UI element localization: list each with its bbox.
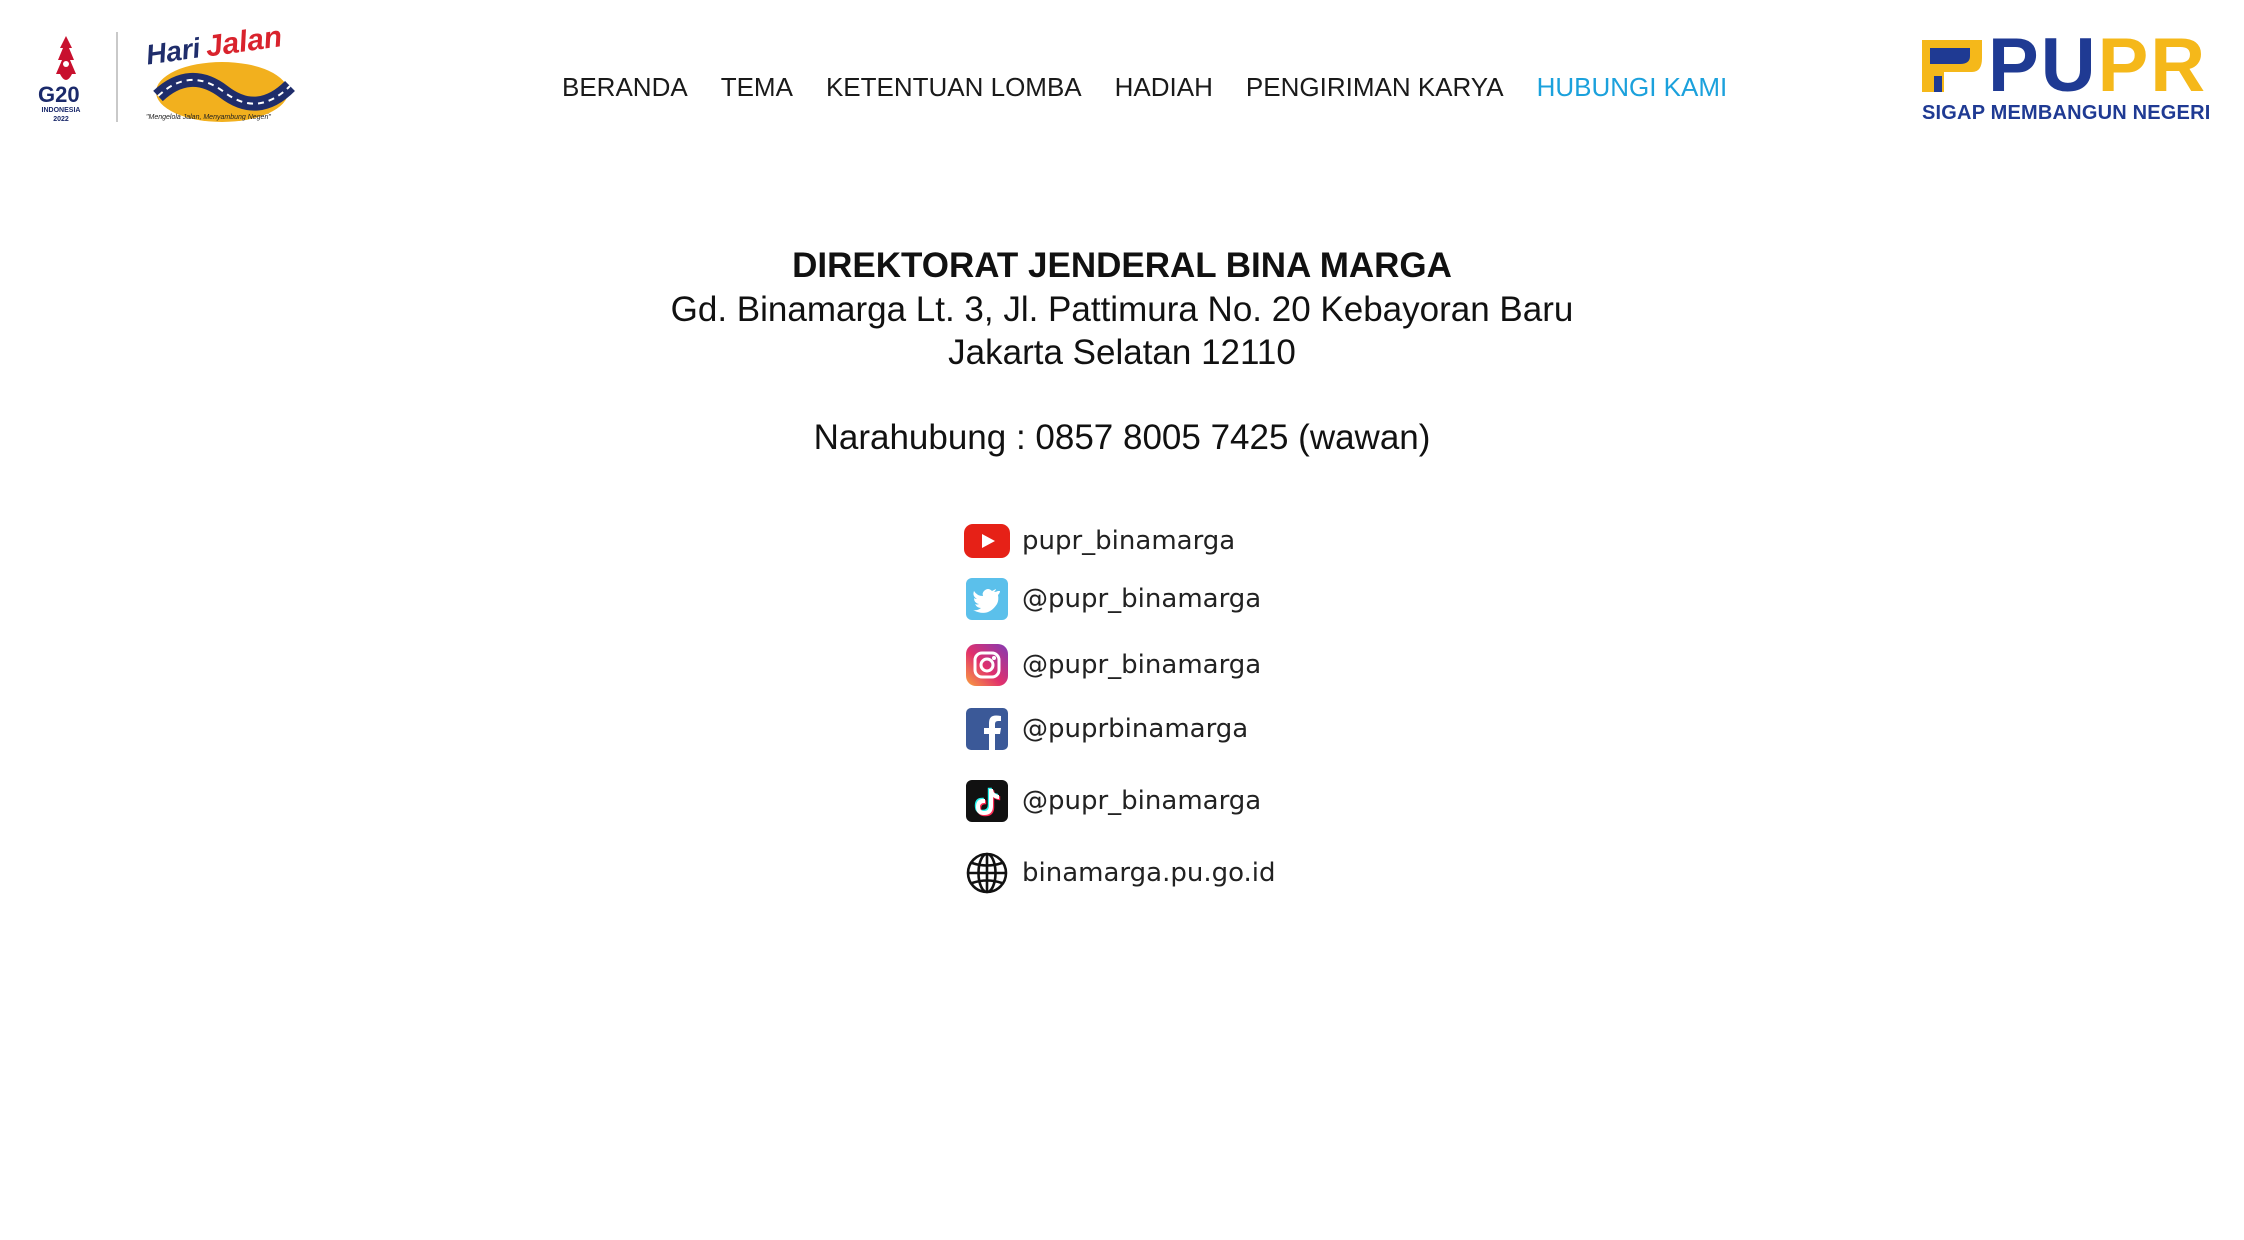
social-label-instagram: @pupr_binamarga <box>1022 650 1262 680</box>
nav-item-hadiah[interactable]: HADIAH <box>1115 72 1213 103</box>
social-label-website: binamarga.pu.go.id <box>1022 858 1276 888</box>
nav-item-ketentuan-lomba[interactable]: KETENTUAN LOMBA <box>826 72 1082 103</box>
pupr-word-pr: PR <box>2097 23 2208 108</box>
hari-jalan-tagline: "Mengelola Jalan, Menyambung Negeri" <box>146 114 271 121</box>
social-label-facebook: @puprbinamarga <box>1022 714 1249 744</box>
main-nav: BERANDA TEMA KETENTUAN LOMBA HADIAH PENG… <box>562 72 1760 103</box>
nav-item-hubungi-kami[interactable]: HUBUNGI KAMI <box>1537 72 1728 103</box>
facebook-icon <box>964 706 1010 752</box>
address-line-1: Gd. Binamarga Lt. 3, Jl. Pattimura No. 2… <box>670 290 1574 329</box>
g20-sublabel: INDONESIA 2022 <box>41 107 81 123</box>
tiktok-icon <box>964 778 1010 824</box>
pupr-tagline: SIGAP MEMBANGUN NEGERI <box>1922 102 2211 124</box>
pupr-word-pu: PU <box>1988 23 2098 108</box>
nav-item-tema[interactable]: TEMA <box>721 72 793 103</box>
contact-section: DIREKTORAT JENDERAL BINA MARGA Gd. Binam… <box>0 244 2244 460</box>
contact-person: Narahubung : 0857 8005 7425 (wawan) <box>813 418 1431 457</box>
social-label-youtube: pupr_binamarga <box>1022 526 1236 556</box>
instagram-icon <box>964 642 1010 688</box>
pupr-wordmark[interactable]: PUPR <box>1988 26 2207 106</box>
youtube-icon <box>964 518 1010 564</box>
nav-item-pengiriman-karya[interactable]: PENGIRIMAN KARYA <box>1246 72 1504 103</box>
social-label-tiktok: @pupr_binamarga <box>1022 786 1262 816</box>
social-label-twitter: @pupr_binamarga <box>1022 584 1262 614</box>
logo-divider <box>116 32 118 122</box>
social-item-instagram[interactable]: @pupr_binamarga <box>964 642 1261 688</box>
social-item-website[interactable]: binamarga.pu.go.id <box>964 850 1276 896</box>
social-item-facebook[interactable]: @puprbinamarga <box>964 706 1248 752</box>
social-item-youtube[interactable]: pupr_binamarga <box>964 518 1235 564</box>
jalan-word: Jalan <box>204 22 285 64</box>
twitter-icon <box>964 576 1010 622</box>
social-item-tiktok[interactable]: @pupr_binamarga <box>964 778 1261 824</box>
org-name: DIREKTORAT JENDERAL BINA MARGA <box>792 246 1452 285</box>
globe-icon <box>964 850 1010 896</box>
site-header: G20 INDONESIA 2022 Hari Jalan "Mengelola… <box>0 0 2244 160</box>
address-line-2: Jakarta Selatan 12110 <box>948 333 1296 372</box>
nav-item-beranda[interactable]: BERANDA <box>562 72 688 103</box>
g20-label: G20 <box>38 82 80 107</box>
social-item-twitter[interactable]: @pupr_binamarga <box>964 576 1261 622</box>
